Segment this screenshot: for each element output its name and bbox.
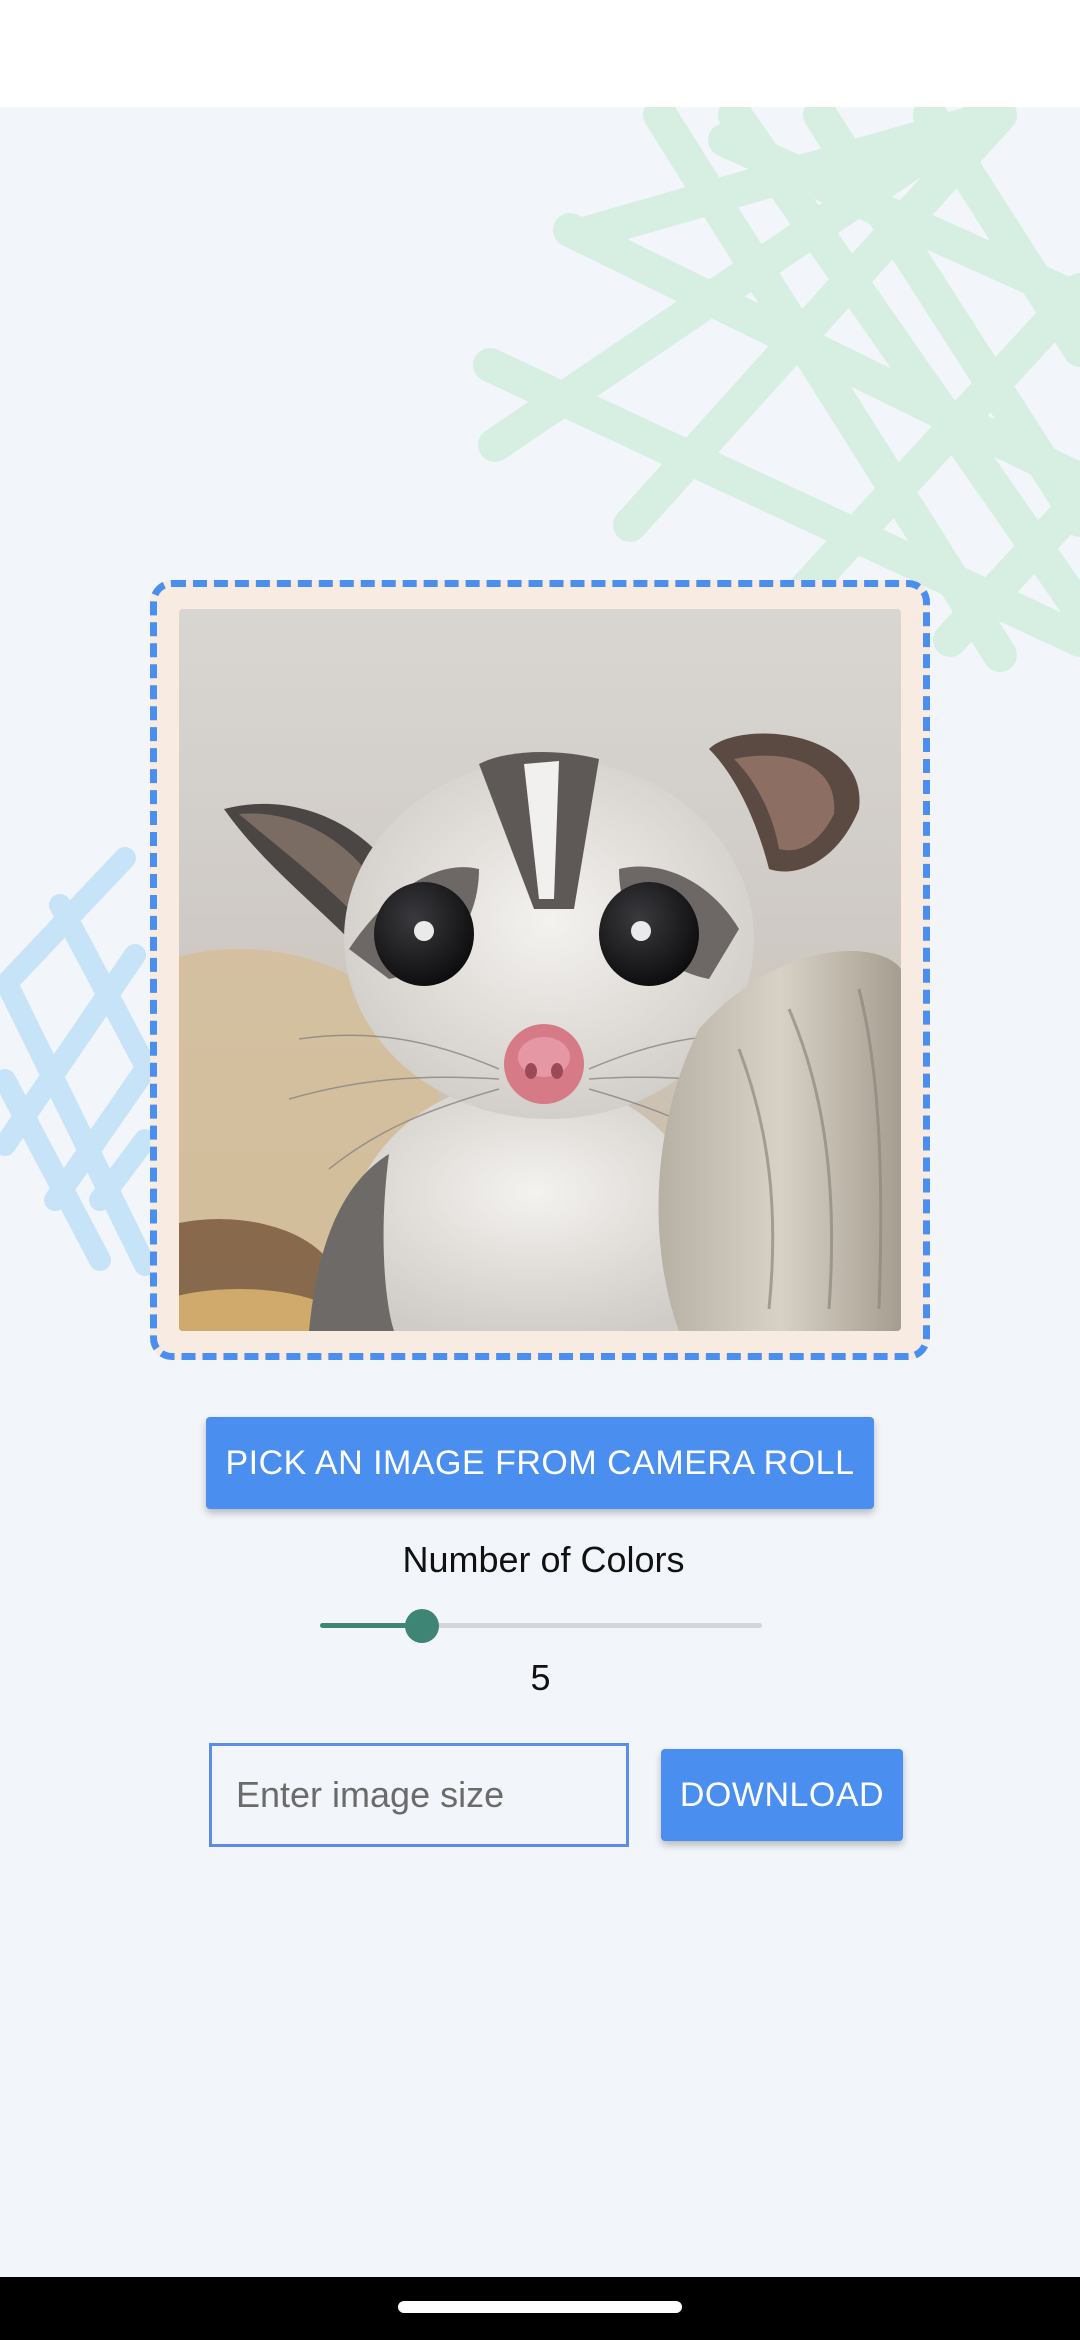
download-button[interactable]: DOWNLOAD [661,1749,903,1841]
number-of-colors-value: 5 [530,1657,551,1698]
image-preview [179,609,901,1331]
pick-image-button[interactable]: PICK AN IMAGE FROM CAMERA ROLL [206,1417,874,1509]
colors-slider[interactable] [320,1600,762,1652]
image-preview-frame[interactable] [150,580,930,1360]
image-size-input[interactable] [209,1743,629,1847]
navigation-bar [0,2277,1080,2340]
number-of-colors-label: Number of Colors [402,1539,685,1580]
sugar-glider-photo [179,609,901,1331]
slider-thumb[interactable] [404,1609,439,1643]
home-handle[interactable] [398,2301,682,2313]
status-bar [0,0,1080,107]
